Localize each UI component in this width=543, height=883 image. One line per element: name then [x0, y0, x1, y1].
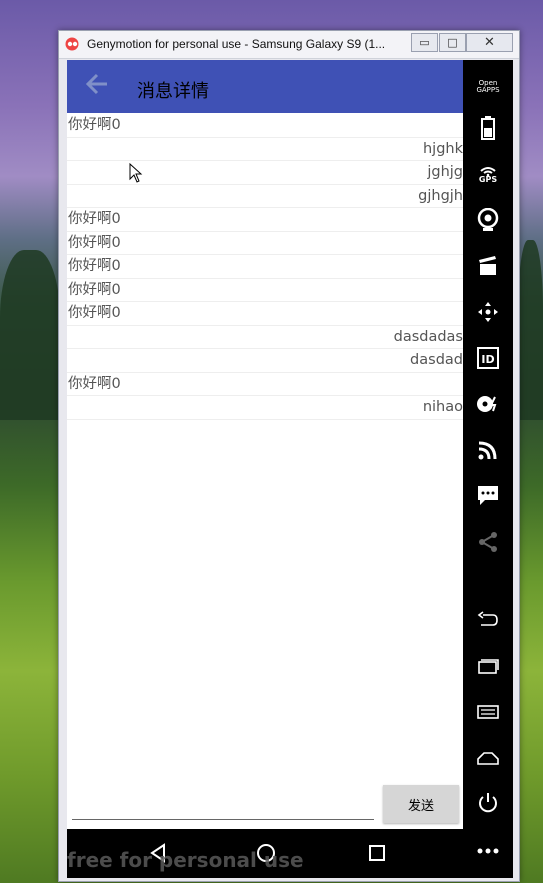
device-home-button[interactable]	[475, 745, 501, 771]
recent-apps-icon	[478, 659, 499, 674]
message-item[interactable]: hjghk	[67, 138, 463, 161]
rss-cast-icon	[478, 441, 497, 460]
power-icon	[479, 793, 497, 813]
wifi-signal-icon	[480, 166, 496, 176]
message-item[interactable]: 你好啊0	[67, 114, 463, 138]
dpad-button[interactable]	[475, 299, 501, 325]
emulator-window: Genymotion for personal use - Samsung Ga…	[58, 30, 520, 882]
message-item[interactable]: 你好啊0	[67, 373, 463, 396]
device-back-button[interactable]	[475, 607, 501, 633]
message-list[interactable]: 你好啊0 hjghk jghjg gjhgjh 你好啊0 你好啊0 你好啊0 你好啊0 你好啊0…	[67, 114, 463, 420]
screencast-button[interactable]	[475, 253, 501, 279]
device-recents-button[interactable]	[475, 653, 501, 679]
page-title: 消息详情	[137, 81, 209, 102]
message-item[interactable]: 你好啊0	[67, 232, 463, 255]
share-button[interactable]	[475, 529, 501, 555]
disk-io-icon	[477, 396, 497, 412]
message-item[interactable]: jghjg	[67, 161, 463, 185]
send-button[interactable]: 发送	[383, 785, 459, 823]
genymotion-logo-icon	[65, 37, 79, 51]
message-item[interactable]: nihao	[67, 396, 463, 420]
dpad-icon	[478, 302, 498, 322]
more-dots-icon	[477, 848, 499, 854]
cast-button[interactable]	[475, 437, 501, 463]
close-button[interactable]: ✕	[466, 33, 513, 52]
gps-label: GPS	[478, 174, 498, 184]
battery-icon	[481, 116, 495, 140]
device-menu-button[interactable]	[475, 699, 501, 725]
message-item[interactable]: 你好啊0	[67, 279, 463, 302]
mouse-cursor-icon	[129, 163, 143, 183]
message-item[interactable]: 你好啊0	[67, 208, 463, 232]
return-arrow-icon	[477, 611, 498, 626]
background-forest	[518, 240, 543, 420]
id-label: ID	[481, 353, 494, 366]
maximize-button[interactable]: □	[439, 33, 466, 52]
message-item[interactable]: dasdadas	[67, 326, 463, 349]
gapps-label-bottom: GAPPS	[476, 86, 500, 94]
disk-io-button[interactable]	[475, 391, 501, 417]
gps-button[interactable]: GPS	[475, 161, 501, 187]
home-outline-icon	[477, 752, 499, 765]
webcam-button[interactable]	[475, 207, 501, 233]
battery-button[interactable]	[475, 115, 501, 141]
emulator-sidebar: Open GAPPS GPS ID	[463, 60, 513, 878]
window-titlebar[interactable]: Genymotion for personal use - Samsung Ga…	[59, 31, 519, 59]
android-navbar: free for personal use	[67, 829, 463, 878]
menu-icon	[477, 705, 499, 719]
message-input[interactable]	[72, 819, 374, 820]
app-bar: 消息详情	[67, 60, 463, 113]
device-screen: 消息详情 你好啊0 hjghk jghjg gjhgjh 你好啊0 你好啊0 你好啊0 你好啊…	[67, 60, 463, 829]
open-gapps-button[interactable]: Open GAPPS	[475, 74, 501, 100]
more-button[interactable]	[475, 838, 501, 864]
back-arrow-icon[interactable]	[81, 68, 113, 100]
share-icon	[479, 532, 497, 552]
clapperboard-icon	[479, 256, 496, 275]
id-card-icon: ID	[477, 347, 499, 369]
sms-button[interactable]	[475, 483, 501, 509]
background-forest	[0, 250, 60, 420]
watermark-text: free for personal use	[67, 848, 304, 872]
nav-recents-icon[interactable]	[363, 839, 391, 867]
window-title: Genymotion for personal use - Samsung Ga…	[87, 37, 386, 51]
minimize-button[interactable]: ▭	[411, 33, 438, 52]
sms-message-icon	[478, 486, 498, 505]
message-item[interactable]: gjhgjh	[67, 185, 463, 208]
message-item[interactable]: dasdad	[67, 349, 463, 373]
webcam-icon	[477, 208, 499, 231]
message-item[interactable]: 你好啊0	[67, 302, 463, 326]
power-button[interactable]	[475, 790, 501, 816]
message-item[interactable]: 你好啊0	[67, 255, 463, 279]
device-id-button[interactable]: ID	[475, 345, 501, 371]
